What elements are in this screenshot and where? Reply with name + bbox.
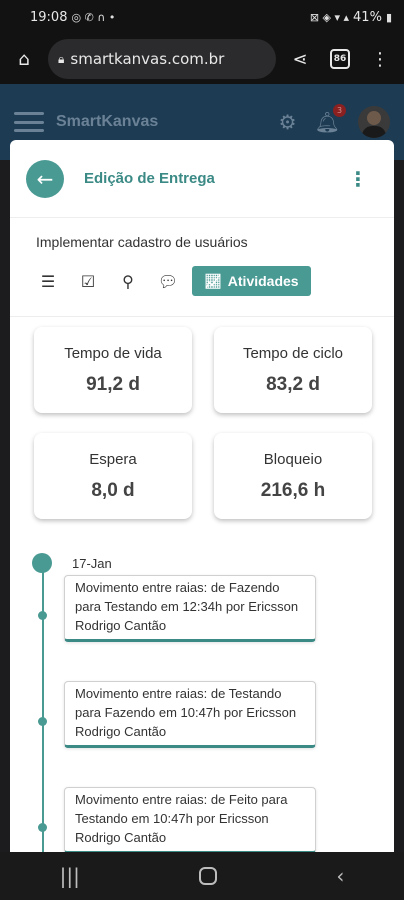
tab-atividades-label: Atividades [227, 273, 299, 289]
comments-icon[interactable]: 💬︎ [148, 266, 188, 296]
metric-value: 216,6 h [260, 479, 326, 501]
share-icon[interactable]: ⋖ [284, 43, 316, 75]
activity-card[interactable]: Movimento entre raias: de Testando para … [64, 681, 316, 748]
avatar[interactable] [358, 106, 390, 138]
timeline-date-marker [32, 553, 52, 573]
timeline-item: Movimento entre raias: de Fazendo para T… [32, 575, 394, 681]
battery-level: 41% [353, 9, 382, 25]
metric-label: Bloqueio [263, 450, 323, 468]
metric-value: 83,2 d [266, 373, 320, 395]
metric-value: 91,2 d [86, 373, 140, 395]
app-brand: SmartKanvas [56, 113, 159, 130]
status-bar: 19:08 ◎ ✆ ∩ • ⊠ ◈ ▾ ▴ 41% ▮ [0, 0, 404, 34]
metrics-grid: Tempo de vida 91,2 d Tempo de ciclo 83,2… [10, 317, 394, 519]
browser-menu-icon[interactable]: ⋮ [364, 43, 396, 75]
notification-icons: ◎ ✆ ∩ • [71, 10, 116, 24]
modal-tabs: ☰ ☑ ⚲ 💬︎ 📈︎ Atividades [10, 264, 394, 298]
home-button-icon[interactable] [199, 867, 218, 885]
status-time: 19:08 [30, 9, 68, 25]
tab-switcher-button[interactable]: 86 [324, 43, 356, 75]
timeline-date-row: 17-Jan [32, 551, 394, 575]
arrow-left-icon: ← [36, 166, 54, 191]
lock-icon: 🔒︎ [58, 51, 65, 66]
metric-value: 8,0 d [91, 479, 135, 501]
timeline-item: Movimento entre raias: de Feito para Tes… [32, 787, 394, 852]
modal-header: ← Edição de Entrega ⋮ [10, 140, 394, 218]
system-navigation-bar: ||| ‹ [0, 852, 404, 900]
metric-card-wait: Espera 8,0 d [34, 433, 192, 519]
settings-gear-icon[interactable]: ⚙ [279, 110, 297, 134]
metric-label: Espera [89, 450, 137, 468]
back-nav-icon[interactable]: ‹ [336, 864, 344, 888]
tab-atividades[interactable]: 📈︎ Atividades [192, 266, 311, 296]
details-list-icon[interactable]: ☰ [28, 266, 68, 296]
modal-title: Edição de Entrega [84, 170, 215, 187]
url-text: smartkanvas.com.br [70, 50, 225, 68]
paperclip-icon[interactable]: ⚲ [108, 266, 148, 296]
address-bar[interactable]: 🔒︎ smartkanvas.com.br [48, 39, 276, 79]
timeline-marker [38, 611, 47, 620]
browser-toolbar: ⌂ 🔒︎ smartkanvas.com.br ⋖ 86 ⋮ [0, 34, 404, 84]
back-button[interactable]: ← [26, 159, 64, 198]
notification-badge: 3 [333, 104, 346, 117]
activity-timeline: 17-Jan Movimento entre raias: de Fazendo… [10, 551, 394, 852]
metric-card-cycle-time: Tempo de ciclo 83,2 d [214, 327, 372, 413]
home-icon[interactable]: ⌂ [8, 43, 40, 75]
tab-count: 86 [330, 49, 350, 69]
more-options-icon[interactable]: ⋮ [348, 167, 368, 191]
metric-label: Tempo de ciclo [242, 344, 344, 362]
recent-apps-icon[interactable]: ||| [60, 864, 80, 888]
timeline-marker [38, 823, 47, 832]
timeline-item: Movimento entre raias: de Testando para … [32, 681, 394, 787]
timeline-date: 17-Jan [72, 555, 112, 571]
hamburger-menu-icon[interactable] [14, 112, 44, 132]
edit-delivery-modal: ← Edição de Entrega ⋮ Implementar cadast… [10, 140, 394, 852]
metric-card-blocked: Bloqueio 216,6 h [214, 433, 372, 519]
system-icons: ⊠ ◈ ▾ ▴ [309, 10, 350, 24]
metric-label: Tempo de vida [64, 344, 162, 362]
activity-card[interactable]: Movimento entre raias: de Feito para Tes… [64, 787, 316, 852]
bell-icon[interactable]: 🔔︎ 3 [315, 104, 346, 134]
checklist-icon[interactable]: ☑ [68, 266, 108, 296]
metric-card-lifetime: Tempo de vida 91,2 d [34, 327, 192, 413]
timeline-marker [38, 717, 47, 726]
task-title: Implementar cadastro de usuários [36, 234, 248, 250]
activity-card[interactable]: Movimento entre raias: de Fazendo para T… [64, 575, 316, 642]
battery-icon: ▮ [385, 10, 392, 24]
chart-line-icon: 📈︎ [204, 272, 222, 289]
